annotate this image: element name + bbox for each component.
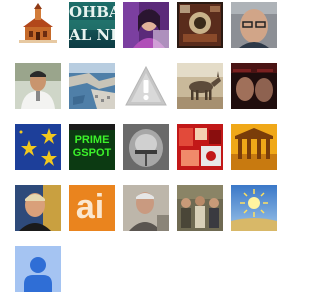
warning-icon (123, 63, 169, 109)
ohba-text-line2: AL NE (69, 28, 115, 43)
orange-ai-avatar[interactable]: ai (69, 185, 115, 231)
metal-helmet-avatar[interactable] (123, 124, 169, 170)
harbor-aerial-avatar[interactable] (69, 63, 115, 109)
blogspot-text-line1: PRIME (74, 135, 110, 146)
person-icon (15, 246, 61, 292)
group-photo-avatar[interactable] (177, 185, 223, 231)
old-man-avatar[interactable] (123, 185, 169, 231)
sun-landscape-avatar[interactable] (231, 185, 277, 231)
red-collage-avatar[interactable] (177, 124, 223, 170)
eu-stars-avatar[interactable] (15, 124, 61, 170)
dark-collage-avatar[interactable] (177, 2, 223, 48)
ohba-text-line1: OHBA (69, 5, 115, 20)
blogspot-text-line2: GSPOT (72, 148, 112, 159)
church-avatar[interactable] (15, 2, 61, 48)
default-user-avatar[interactable] (15, 246, 61, 292)
warning-placeholder-avatar[interactable] (123, 63, 169, 109)
dark-faces-avatar[interactable] (231, 63, 277, 109)
man-portrait-avatar[interactable] (15, 185, 61, 231)
donkey-avatar[interactable] (177, 63, 223, 109)
green-blogspot-avatar[interactable]: PRIME GSPOT (69, 124, 115, 170)
ohba-text-avatar[interactable]: OHBA AL NE (69, 2, 115, 48)
ai-text: ai (75, 190, 105, 224)
man-white-shirt-avatar[interactable] (15, 63, 61, 109)
man-glasses-avatar[interactable] (231, 2, 277, 48)
temple-avatar[interactable] (231, 124, 277, 170)
avatar-grid: OHBA AL NE (15, 2, 277, 292)
purple-portrait-avatar[interactable] (123, 2, 169, 48)
